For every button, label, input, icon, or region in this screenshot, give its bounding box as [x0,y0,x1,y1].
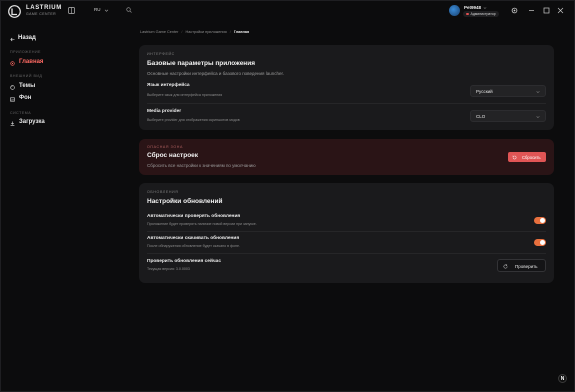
card-title: Базовые параметры приложения [147,60,256,67]
divider [147,253,546,254]
language-selector[interactable]: RU [94,7,101,12]
updates-settings-card: ОБНОВЛЕНИЯ Настройки обновлений Автомати… [139,183,554,283]
sidebar-section-label: ПРИЛОЖЕНИЕ [10,50,41,54]
auto-check-title: Автоматически проверять обновления [147,214,241,219]
danger-zone-card: ОПАСНАЯ ЗОНА Сброс настроек Сбросить все… [139,139,554,175]
auto-download-description: После обнаружения обновление будет скача… [147,244,240,248]
language-row-title: Язык интерфейса [147,83,190,88]
sidebar-item-label: Главная [19,59,44,65]
reset-settings-button[interactable]: Сбросить [508,152,546,162]
card-title: Настройки обновлений [147,198,223,205]
auto-download-title: Автоматически скачивать обновления [147,236,240,241]
sidebar-item-label: Фон [19,95,32,101]
reset-icon [512,155,517,159]
auto-check-description: Приложение будет проверять наличие новой… [147,222,257,226]
card-eyebrow: ИНТЕРФЕЙС [147,52,175,56]
toggle-knob [540,218,545,223]
user-avatar[interactable] [449,5,460,16]
chevron-down-icon [536,90,540,93]
palette-icon [10,84,15,90]
brand-name: LASTRIUM [26,5,62,11]
arrow-left-icon[interactable] [10,37,15,42]
maximize-icon[interactable] [543,7,550,14]
reset-button-label: Сбросить [522,154,541,160]
close-icon[interactable] [557,7,564,14]
lastrium-logo-icon [8,5,21,18]
title-bar: LASTRIUM GAME CENTER RU Pet9948 Админист… [0,0,575,22]
chevron-down-icon[interactable] [104,8,109,13]
user-name[interactable]: Pet9948 [464,5,481,10]
card-eyebrow: ОБНОВЛЕНИЯ [147,190,179,194]
minimize-icon[interactable] [528,7,535,14]
back-button[interactable]: Назад [18,35,36,41]
breadcrumb-item[interactable]: Lastrium Game Center [140,30,178,34]
auto-check-toggle[interactable] [534,217,546,224]
dev-badge[interactable]: N [558,374,567,383]
current-version: Текущая версия: 3.0.0003 [147,267,190,271]
media-provider-title: Media provider [147,109,182,114]
sidebar-item-label: Загрузка [19,119,45,125]
check-updates-button[interactable]: Проверить [497,259,546,272]
language-select-value: Русский [476,89,493,94]
card-title: Сброс настроек [147,152,199,159]
breadcrumb: Lastrium Game Center / Настройки приложени… [140,30,250,34]
card-eyebrow: ОПАСНАЯ ЗОНА [147,145,183,149]
sidebar-section-label: ВНЕШНИЙ ВИД [10,74,43,78]
card-description: Сбросить все настройки к значениям по ум… [147,163,256,168]
breadcrumb-item[interactable]: Настройки приложения [185,30,226,34]
dev-badge-label: N [560,376,565,382]
auto-download-toggle[interactable] [534,239,546,246]
download-icon [10,121,15,126]
divider [147,231,546,232]
language-select[interactable]: Русский [470,85,546,97]
media-provider-description: Выберите provider для отображения скринш… [147,118,240,122]
gear-icon[interactable] [511,7,518,14]
media-provider-select[interactable]: CLO [470,110,546,122]
apps-grid-icon[interactable] [68,7,75,14]
settings-icon [10,60,15,66]
language-row-description: Выберите язык для интерфейса приложения [147,93,223,97]
chevron-down-icon[interactable] [483,6,487,10]
breadcrumb-current: Главная [233,30,250,34]
refresh-icon [503,263,508,268]
sidebar-item-label: Темы [19,83,36,89]
chevron-down-icon [536,115,540,118]
toggle-knob [540,240,545,245]
search-icon[interactable] [126,7,132,13]
divider [147,103,546,104]
image-icon [10,97,15,102]
card-description: Основные настройки интерфейса и базового… [147,71,284,76]
user-role-badge: Администратор [463,11,499,17]
check-button-label: Проверить [515,263,538,269]
check-now-title: Проверить обновления сейчас [147,259,222,264]
brand-subtitle: GAME CENTER [26,12,57,16]
media-provider-value: CLO [476,114,486,119]
interface-settings-card: ИНТЕРФЕЙС Базовые параметры приложения О… [139,45,554,130]
sidebar-section-label: СИСТЕМА [10,111,32,115]
